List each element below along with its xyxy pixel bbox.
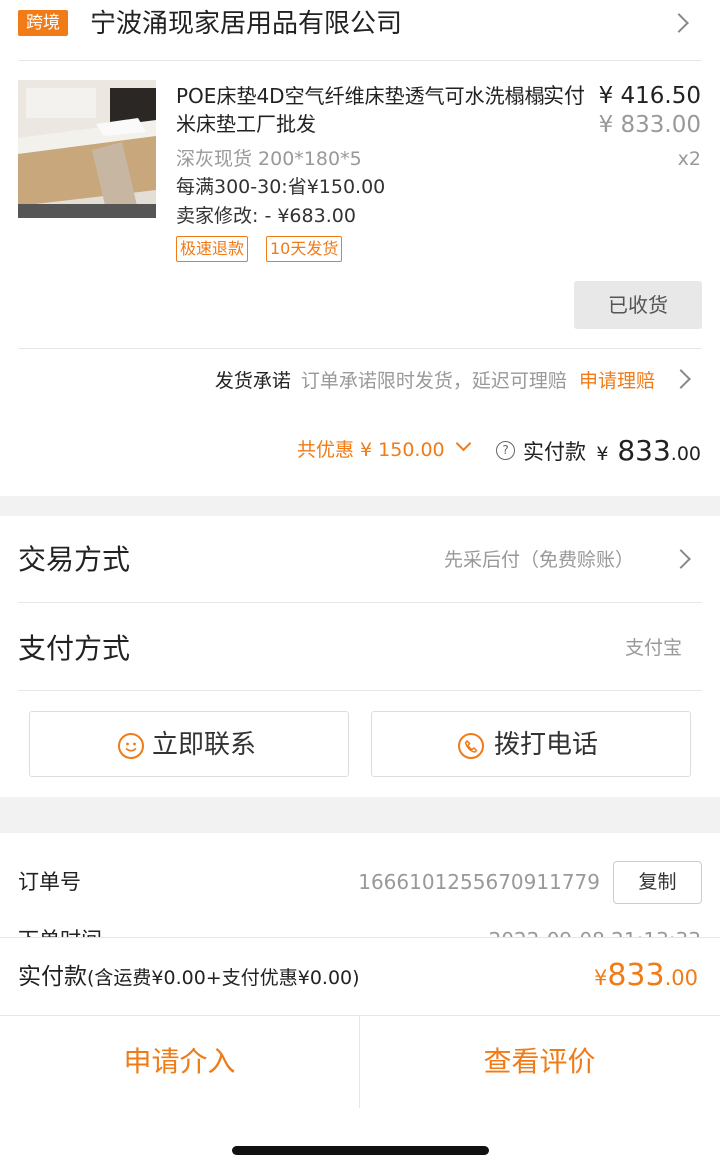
trade-method-label: 交易方式 <box>18 543 131 576</box>
shop-chevron-right-icon[interactable] <box>669 13 689 33</box>
unit-price: ¥ 416.50 <box>598 83 701 109</box>
promo-text: 每满300-30:省¥150.00 <box>176 176 386 198</box>
view-review-button[interactable]: 查看评价 <box>360 1016 719 1108</box>
call-label: 拨打电话 <box>494 730 599 760</box>
copy-button[interactable]: 复制 <box>613 861 702 904</box>
shipping-promise-row[interactable]: 发货承诺 订单承诺限时发货，延迟可理赔 申请理赔 <box>215 366 655 396</box>
original-price: ¥ 833.00 <box>598 112 701 138</box>
contact-now-label: 立即联系 <box>152 730 257 760</box>
section-separator <box>0 496 720 516</box>
apply-intervention-button[interactable]: 申请介入 <box>0 1016 359 1108</box>
summary-title: 实付款 <box>18 964 87 990</box>
trade-method-value[interactable]: 先采后付（免费赊账） <box>444 545 634 575</box>
claim-link[interactable]: 申请理赔 <box>579 370 655 392</box>
shipping-days-tag: 10天发货 <box>266 236 343 262</box>
paid-label: 实付款 <box>523 440 586 464</box>
chat-smile-icon <box>118 733 144 759</box>
received-button[interactable]: 已收货 <box>574 281 702 329</box>
payment-method-label: 支付方式 <box>18 632 131 665</box>
promise-label: 发货承诺 <box>214 370 291 392</box>
phone-icon <box>458 733 484 759</box>
product-quantity: x2 <box>677 148 701 170</box>
price-label: 实付 <box>543 84 585 108</box>
divider <box>18 690 702 691</box>
payment-method-value: 支付宝 <box>624 637 682 659</box>
cross-border-tag: 跨境 <box>18 10 68 36</box>
summary-currency: ¥ <box>593 966 608 990</box>
payment-summary-bar: 实付款(含运费¥0.00+支付优惠¥0.00) ¥833.00 <box>0 937 720 1015</box>
help-icon[interactable]: ? <box>496 441 515 460</box>
call-button[interactable]: 拨打电话 <box>371 711 691 777</box>
divider <box>18 602 702 603</box>
summary-decimal: .00 <box>664 966 698 990</box>
action-bar: 申请介入 查看评价 <box>0 1015 720 1108</box>
section-separator <box>0 797 720 833</box>
product-spec: 深灰现货 200*180*5 <box>176 148 362 170</box>
product-image[interactable] <box>18 80 156 218</box>
order-number-label: 订单号 <box>18 870 81 894</box>
summary-total: ¥833.00 <box>594 958 698 996</box>
contact-now-button[interactable]: 立即联系 <box>29 711 349 777</box>
chevron-down-icon[interactable] <box>455 435 472 452</box>
order-number: 1666101255670911779 <box>358 870 600 894</box>
fast-refund-tag: 极速退款 <box>176 236 249 262</box>
paid-amount: 833 <box>617 434 671 467</box>
paid-decimal: .00 <box>670 443 701 465</box>
home-indicator[interactable] <box>232 1146 489 1155</box>
summary-detail: (含运费¥0.00+支付优惠¥0.00) <box>87 967 360 989</box>
divider <box>18 60 702 61</box>
summary-label: 实付款(含运费¥0.00+支付优惠¥0.00) <box>18 960 360 995</box>
product-title[interactable]: POE床垫4D空气纤维床垫透气可水洗榻榻米床垫工厂批发 <box>176 82 546 138</box>
shop-name[interactable]: 宁波涌现家居用品有限公司 <box>90 6 402 42</box>
promise-chevron-right-icon[interactable] <box>671 369 691 389</box>
paid-total: ¥ 833.00 <box>596 432 701 473</box>
promise-text: 订单承诺限时发货，延迟可理赔 <box>300 370 567 392</box>
seller-modification: 卖家修改: - ¥683.00 <box>176 205 356 227</box>
total-discount[interactable]: 共优惠 ¥ 150.00 <box>297 436 445 464</box>
summary-amount: 833 <box>607 958 665 993</box>
divider <box>18 348 702 349</box>
trade-chevron-right-icon[interactable] <box>671 549 691 569</box>
paid-currency: ¥ <box>596 443 609 465</box>
